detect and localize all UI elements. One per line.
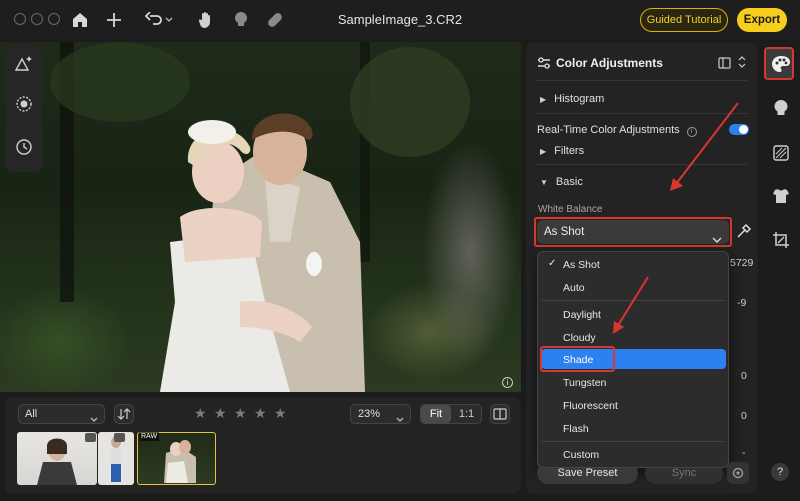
annotation-arrows: [613, 102, 739, 334]
